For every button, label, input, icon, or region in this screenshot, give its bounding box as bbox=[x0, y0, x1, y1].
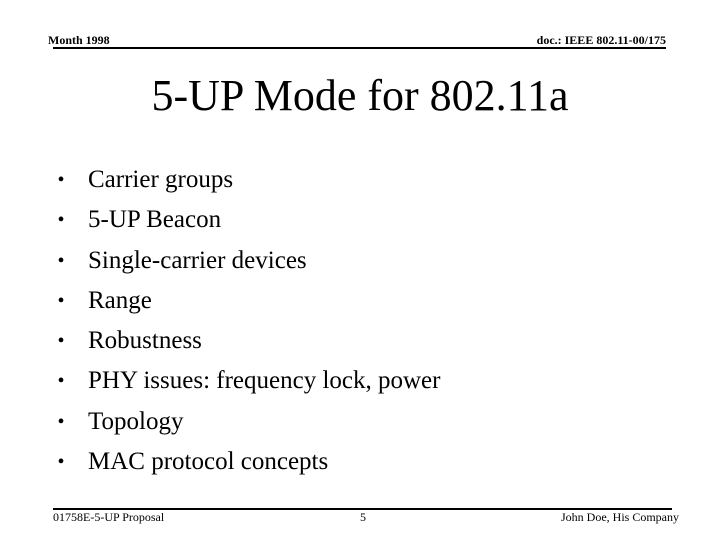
footer-document-name: 01758E-5-UP Proposal bbox=[53, 510, 165, 524]
bullet-text: Single-carrier devices bbox=[88, 246, 307, 274]
header-date: Month 1998 bbox=[48, 33, 110, 47]
bullet-text: Carrier groups bbox=[88, 166, 234, 193]
bullet-icon: • bbox=[57, 410, 65, 433]
footer-page-number: 5 bbox=[360, 510, 366, 524]
footer-author: John Doe, His Company bbox=[561, 510, 679, 524]
bullet-text: MAC protocol concepts bbox=[88, 448, 329, 476]
bullet-text: Range bbox=[88, 286, 152, 314]
bullet-text: Topology bbox=[88, 407, 184, 435]
header-divider bbox=[53, 47, 666, 49]
bullet-icon: • bbox=[57, 451, 65, 474]
bullet-text: 5-UP Beacon bbox=[88, 206, 222, 234]
bullet-text: PHY issues: frequency lock, power bbox=[88, 367, 441, 395]
bullet-icon: • bbox=[57, 289, 65, 312]
slide: Month 1998 doc.: IEEE 802.11-00/175 5-UP… bbox=[0, 0, 720, 540]
bullet-icon: • bbox=[57, 370, 65, 393]
slide-title: 5-UP Mode for 802.11a bbox=[151, 71, 569, 120]
bullet-icon: • bbox=[57, 330, 65, 353]
bullet-icon: • bbox=[57, 169, 65, 191]
bullet-icon: • bbox=[57, 249, 65, 272]
bullet-text: Robustness bbox=[88, 327, 202, 355]
bullet-icon: • bbox=[57, 209, 65, 232]
header-doc-id: doc.: IEEE 802.11-00/175 bbox=[536, 33, 666, 47]
